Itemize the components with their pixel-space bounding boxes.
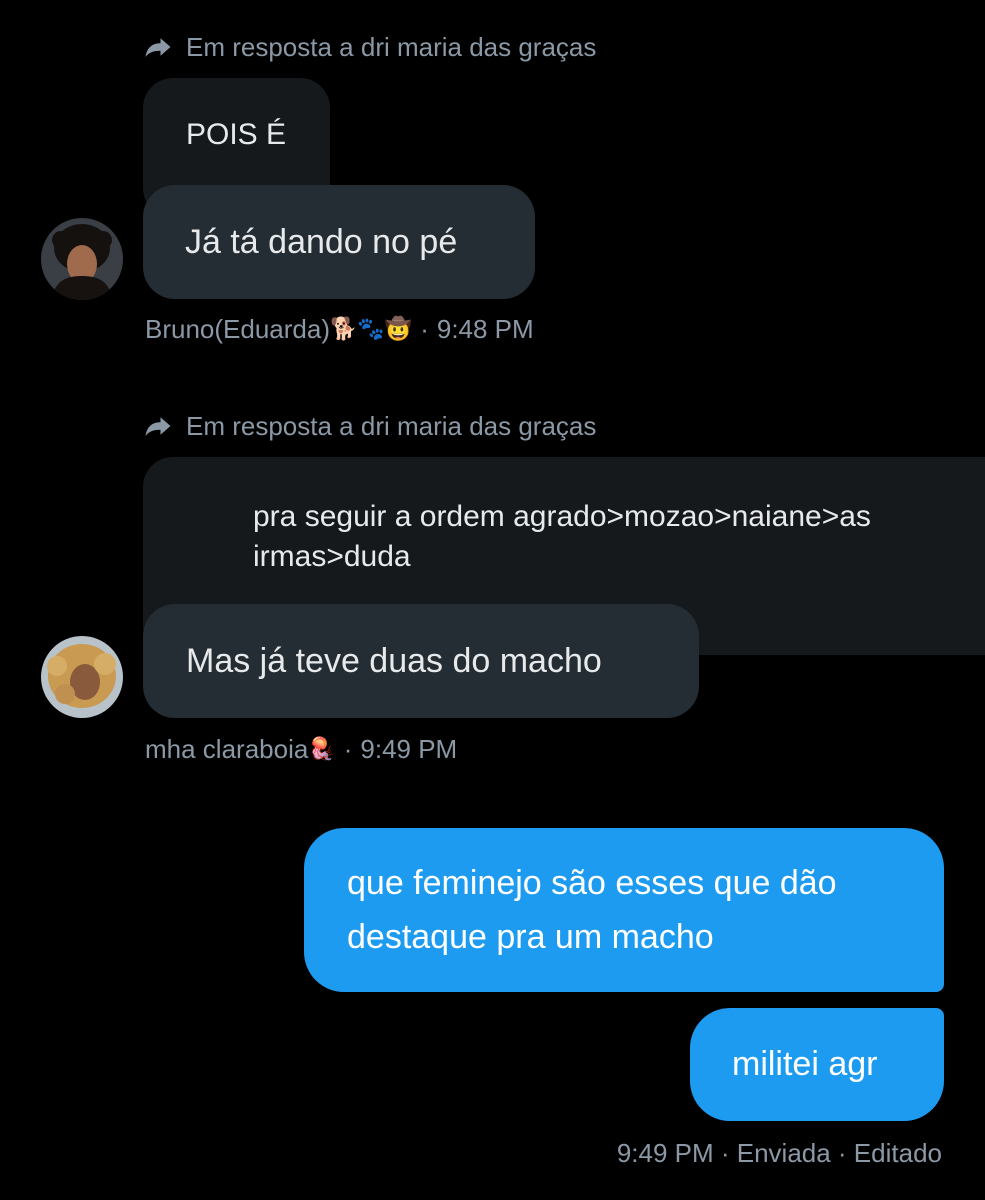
user-avatar[interactable] [41, 636, 123, 718]
reply-indicator-text: Em resposta a dri maria das graças [186, 31, 597, 62]
message-meta: mha claraboia 🪼 · 9:49 PM [145, 731, 457, 767]
sent-message-text: que feminejo são esses que dão destaque … [347, 864, 837, 956]
meta-separator: · [343, 733, 353, 764]
quoted-message-text: POIS É [186, 118, 287, 151]
author-emojis: 🪼 [308, 736, 336, 762]
meta-separator: · [420, 313, 429, 344]
reply-arrow-icon [145, 38, 171, 57]
message-meta: Bruno(Eduarda) 🐕🐾🤠 · 9:48 PM [145, 311, 534, 347]
avatar-blonde-curly-hair-icon [41, 636, 123, 718]
reply-arrow-icon [145, 417, 171, 436]
message-time: 9:49 PM [360, 733, 458, 764]
reply-indicator: Em resposta a dri maria das graças [143, 27, 596, 67]
avatar-dark-curly-hair-icon [41, 218, 123, 300]
sent-message-text: militei agr [732, 1045, 878, 1083]
message-bubble[interactable]: Já tá dando no pé [143, 185, 535, 299]
quoted-message-text: pra seguir a ordem agrado>mozao>naiane>a… [253, 500, 871, 573]
sent-message-bubble[interactable]: que feminejo são esses que dão destaque … [304, 828, 944, 992]
author-name: Bruno(Eduarda) [145, 313, 330, 344]
author-name: mha claraboia [145, 733, 309, 764]
user-avatar[interactable] [41, 218, 123, 300]
sent-message-bubble[interactable]: militei agr [690, 1008, 944, 1121]
reply-indicator: Em resposta a dri maria das graças [143, 406, 596, 446]
reply-indicator-text: Em resposta a dri maria das graças [186, 410, 597, 441]
message-text: Mas já teve duas do macho [186, 641, 602, 680]
message-time: 9:48 PM [436, 313, 534, 344]
sent-status-text: 9:49 PM · Enviada · Editado [616, 1137, 942, 1168]
author-emojis: 🐕🐾🤠 [330, 316, 413, 342]
message-bubble[interactable]: Mas já teve duas do macho [143, 604, 699, 718]
message-text: Já tá dando no pé [185, 222, 458, 261]
sent-message-meta: 9:49 PM · Enviada · Editado [617, 1135, 942, 1171]
